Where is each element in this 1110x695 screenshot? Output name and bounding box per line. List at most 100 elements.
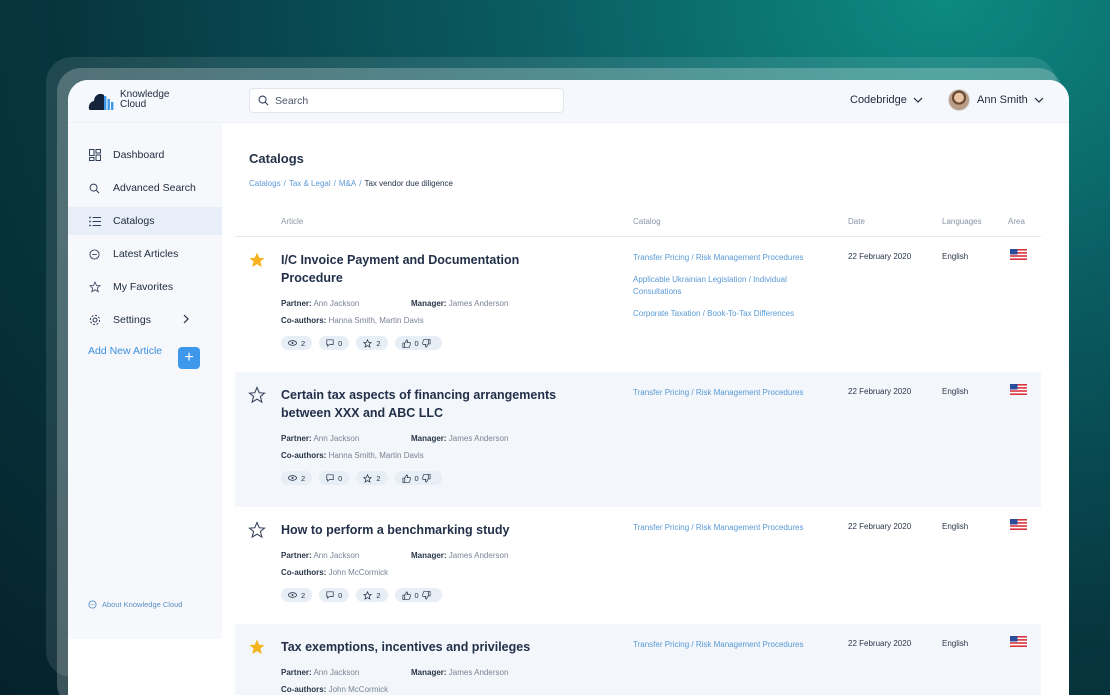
search-icon (258, 95, 269, 106)
eye-icon (288, 475, 297, 481)
column-header-languages[interactable]: Languages (942, 217, 982, 226)
partner-name: Ann Jackson (313, 434, 360, 443)
article-title[interactable]: Certain tax aspects of financing arrange… (281, 387, 581, 422)
search-input[interactable] (275, 94, 555, 107)
table-row[interactable]: Certain tax aspects of financing arrange… (235, 372, 1041, 507)
comments-chip[interactable]: 0 (319, 471, 350, 485)
star-outline-icon[interactable] (248, 386, 266, 404)
about-link[interactable]: About Knowledge Cloud (88, 600, 182, 609)
sidebar-item-label: Dashboard (113, 149, 165, 161)
stars-chip[interactable]: 2 (356, 588, 388, 602)
coauthors-label: Co-authors: (281, 316, 327, 325)
add-article-button[interactable]: + (178, 347, 200, 369)
article-stats: 2 0 2 0 (281, 588, 449, 602)
catalog-link[interactable]: Transfer Pricing / Risk Management Proce… (633, 639, 833, 651)
comments-chip[interactable]: 0 (319, 336, 350, 350)
partner-label: Partner: (281, 299, 312, 308)
likes-count: 0 (414, 338, 419, 348)
stars-count: 2 (376, 473, 381, 483)
chevron-right-icon (183, 314, 189, 324)
coauthors-names: Hanna Smith, Martin Davis (328, 451, 424, 460)
logo-line-2: Cloud (120, 99, 147, 110)
catalog-link[interactable]: Transfer Pricing / Risk Management Proce… (633, 252, 833, 264)
breadcrumb-link[interactable]: M&A (339, 179, 356, 188)
catalog-link[interactable]: Transfer Pricing / Risk Management Proce… (633, 387, 833, 399)
app-logo[interactable]: Knowledge Cloud (88, 90, 180, 110)
coauthors-label: Co-authors: (281, 451, 327, 460)
star-outline-icon[interactable] (248, 521, 266, 539)
about-label: About Knowledge Cloud (102, 600, 183, 609)
partner-field: Partner: Ann Jackson (281, 299, 359, 308)
partner-field: Partner: Ann Jackson (281, 551, 359, 560)
us-flag-icon (1010, 249, 1027, 260)
comments-chip[interactable]: 0 (319, 588, 350, 602)
stars-chip[interactable]: 2 (356, 471, 388, 485)
manager-name: James Anderson (448, 434, 509, 443)
star-filled-icon[interactable] (248, 638, 266, 656)
us-flag-icon (1010, 519, 1027, 530)
star-filled-icon[interactable] (248, 251, 266, 269)
coauthors-field: Co-authors: Hanna Smith, Martin Davis (281, 451, 424, 460)
partner-name: Ann Jackson (313, 299, 360, 308)
sidebar-item-my-favorites[interactable]: My Favorites (68, 273, 222, 301)
manager-name: James Anderson (448, 299, 509, 308)
article-title[interactable]: How to perform a benchmarking study (281, 522, 601, 540)
article-date: 22 February 2020 (848, 639, 912, 648)
column-header-date[interactable]: Date (848, 217, 865, 226)
user-menu[interactable]: Ann Smith (948, 89, 1044, 111)
chevron-down-icon (1034, 97, 1044, 103)
breadcrumb-separator: / (359, 179, 362, 188)
app-window: Knowledge Cloud Codebridge Ann Smith (68, 80, 1069, 695)
search-icon (88, 182, 101, 195)
avatar (948, 89, 970, 111)
eye-icon (288, 340, 297, 346)
partner-label: Partner: (281, 668, 312, 677)
sidebar-item-settings[interactable]: Settings (68, 306, 222, 334)
table-row[interactable]: I/C Invoice Payment and Documentation Pr… (235, 237, 1041, 372)
catalog-link[interactable]: Applicable Ukrainian Legislation / Indiv… (633, 274, 833, 297)
likes-count: 0 (414, 473, 419, 483)
catalog-link[interactable]: Transfer Pricing / Risk Management Proce… (633, 522, 833, 534)
article-date: 22 February 2020 (848, 522, 912, 531)
sidebar-item-latest-articles[interactable]: Latest Articles (68, 240, 222, 268)
clock-icon (88, 248, 101, 261)
table-row[interactable]: How to perform a benchmarking study Part… (235, 507, 1041, 624)
partner-name: Ann Jackson (313, 551, 360, 560)
likes-chip[interactable]: 0 (394, 471, 442, 485)
views-chip[interactable]: 2 (281, 588, 313, 602)
coauthors-names: John McCormick (328, 685, 389, 694)
column-header-area[interactable]: Area (1008, 217, 1025, 226)
thumbs-up-icon (402, 591, 411, 600)
column-header-catalog[interactable]: Catalog (633, 217, 661, 226)
article-language: English (942, 252, 969, 261)
stars-chip[interactable]: 2 (356, 336, 388, 350)
views-chip[interactable]: 2 (281, 336, 313, 350)
org-switcher[interactable]: Codebridge (850, 94, 923, 106)
article-title[interactable]: I/C Invoice Payment and Documentation Pr… (281, 252, 581, 287)
likes-chip[interactable]: 0 (394, 336, 442, 350)
catalog-link[interactable]: Corporate Taxation / Book-To-Tax Differe… (633, 308, 833, 320)
article-title[interactable]: Tax exemptions, incentives and privilege… (281, 639, 601, 657)
likes-count: 0 (414, 590, 419, 600)
sidebar-item-label: My Favorites (113, 281, 174, 293)
column-header-article[interactable]: Article (281, 217, 303, 226)
star-icon (363, 473, 373, 483)
star-icon (363, 338, 373, 348)
search-box[interactable] (249, 88, 564, 113)
add-new-article-link[interactable]: Add New Article (88, 345, 162, 357)
table-row[interactable]: Tax exemptions, incentives and privilege… (235, 624, 1041, 695)
stars-count: 2 (376, 338, 381, 348)
us-flag-icon (1010, 636, 1027, 647)
list-icon (88, 215, 101, 228)
likes-chip[interactable]: 0 (394, 588, 442, 602)
breadcrumb-link[interactable]: Catalogs (249, 179, 281, 188)
sidebar-item-advanced-search[interactable]: Advanced Search (68, 174, 222, 202)
manager-field: Manager: James Anderson (411, 299, 508, 308)
sidebar-item-dashboard[interactable]: Dashboard (68, 141, 222, 169)
gear-icon (88, 314, 101, 327)
views-chip[interactable]: 2 (281, 471, 313, 485)
comments-count: 0 (338, 590, 343, 600)
logo-text: Knowledge Cloud (120, 90, 180, 110)
breadcrumb-link[interactable]: Tax & Legal (289, 179, 331, 188)
sidebar-item-catalogs[interactable]: Catalogs (68, 207, 222, 235)
